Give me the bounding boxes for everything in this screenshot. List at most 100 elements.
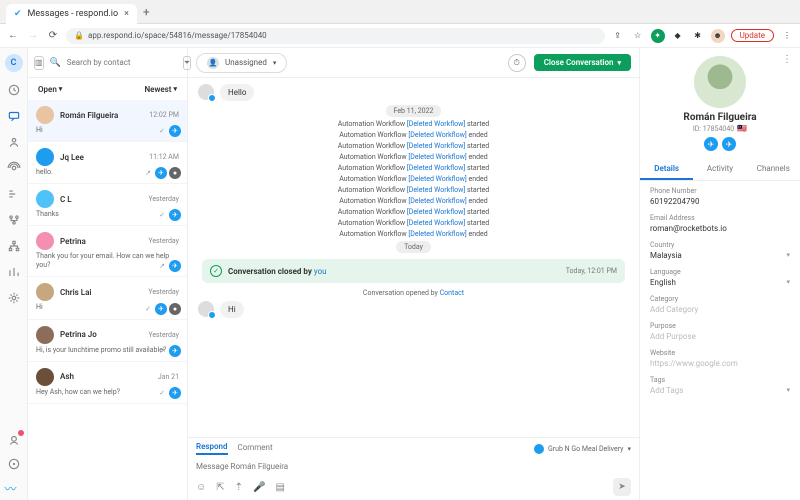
contact-avatar [198, 84, 214, 100]
search-input[interactable] [67, 58, 177, 67]
contact-name: Román Filgueira [60, 111, 143, 120]
tab-comment[interactable]: Comment [238, 443, 273, 454]
conversation-item[interactable]: Chris Lai Yesterday Hi ✓ ✈ ● [28, 277, 187, 319]
phone-value[interactable]: 60192204790 [650, 197, 790, 206]
extensions-icon[interactable]: ✱ [691, 29, 705, 43]
read-icon: ✓ [159, 127, 165, 135]
conversation-time: Yesterday [148, 288, 179, 296]
layout-icon[interactable]: ▥ [34, 56, 44, 70]
integrations-icon[interactable] [6, 212, 22, 228]
emoji-icon[interactable]: ☺ [196, 482, 206, 493]
workflows-icon[interactable] [6, 186, 22, 202]
tab-details[interactable]: Details [640, 159, 693, 180]
back-icon[interactable]: ← [6, 29, 20, 43]
conversation-time: Yesterday [148, 331, 179, 339]
field-label: Website [650, 349, 790, 357]
read-icon: ✓ [145, 305, 151, 313]
close-conversation-button[interactable]: Close Conversation▾ [534, 54, 631, 71]
country-value[interactable]: Malaysia [650, 251, 790, 260]
automation-event: Automation Workflow [Deleted Workflow] s… [198, 186, 629, 194]
assignee-dropdown[interactable]: 👤 Unassigned ▾ [196, 53, 287, 73]
more-icon[interactable]: ⋮ [782, 54, 792, 65]
telegram-icon[interactable]: ✈ [704, 137, 718, 151]
email-value[interactable]: roman@rocketbots.io [650, 224, 790, 233]
contact-avatar [36, 190, 54, 208]
contact-avatar [36, 368, 54, 386]
check-icon: ✓ [210, 265, 222, 277]
org-icon[interactable] [6, 238, 22, 254]
tab-respond[interactable]: Respond [196, 442, 228, 455]
settings-icon[interactable] [6, 290, 22, 306]
conversation-time: 12:02 PM [149, 111, 179, 119]
read-icon: ↗ [159, 347, 165, 355]
voice-icon[interactable]: 🎤 [253, 482, 265, 493]
nav-rail: C 〰 [0, 48, 28, 500]
purpose-input[interactable]: Add Purpose [650, 332, 790, 341]
tags-input[interactable]: Add Tags [650, 386, 790, 395]
snooze-icon[interactable]: ⏱ [508, 54, 526, 72]
new-tab-button[interactable]: + [143, 5, 150, 19]
conversation-item[interactable]: Ash Jan 21 Hey Ash, how can we help? ✓ ✈ [28, 362, 187, 404]
attach-icon[interactable]: ⇱ [216, 482, 224, 493]
messages-icon[interactable] [6, 108, 22, 124]
ext-2-icon[interactable]: ◆ [671, 29, 685, 43]
chevron-down-icon[interactable]: ▾ [786, 278, 790, 286]
dashboard-icon[interactable] [6, 82, 22, 98]
respond-logo: 〰 [5, 480, 23, 494]
contacts-icon[interactable] [6, 134, 22, 150]
telegram-icon [534, 444, 544, 454]
send-button[interactable]: ➤ [613, 478, 631, 496]
browser-tab[interactable]: ✔ Messages - respond.io × [6, 4, 137, 24]
conversation-item[interactable]: Petrina Jo Yesterday Hi, is your lunchti… [28, 320, 187, 362]
conversation-item[interactable]: Petrina Yesterday Thank you for your ema… [28, 226, 187, 277]
tab-activity[interactable]: Activity [693, 159, 746, 180]
tab-channels[interactable]: Channels [747, 159, 800, 180]
help-icon[interactable] [6, 456, 22, 472]
bookmark-icon[interactable]: ☆ [631, 29, 645, 43]
channel-selector[interactable]: Grub N Go Meal Delivery ▾ [534, 444, 631, 454]
telegram-icon: ✈ [169, 387, 181, 399]
category-input[interactable]: Add Category [650, 305, 790, 314]
message-input[interactable] [196, 459, 631, 474]
broadcast-icon[interactable] [6, 160, 22, 176]
field-label: Category [650, 295, 790, 303]
conversation-item[interactable]: C L Yesterday Thanks ✓ ✈ [28, 184, 187, 226]
sort-filter[interactable]: Newest▾ [145, 85, 178, 94]
update-button[interactable]: Update [731, 29, 774, 42]
language-value[interactable]: English [650, 278, 790, 287]
chevron-down-icon[interactable]: ▾ [786, 251, 790, 259]
address-bar[interactable]: 🔒 app.respond.io/space/54816/message/178… [66, 28, 605, 44]
contact-avatar [36, 232, 54, 250]
close-tab-icon[interactable]: × [124, 9, 129, 19]
channel-icon: ● [169, 167, 181, 179]
profile-avatar[interactable]: ☻ [711, 29, 725, 43]
notifications-icon[interactable] [6, 432, 22, 448]
workspace-avatar[interactable]: C [5, 54, 23, 72]
conversation-item[interactable]: Román Filgueira 12:02 PM Hi ✓ ✈ [28, 100, 187, 142]
share-icon[interactable]: ⇪ [611, 29, 625, 43]
ext-1-icon[interactable]: ✦ [651, 29, 665, 43]
field-label: Country [650, 241, 790, 249]
contact-name: Petrina [60, 237, 142, 246]
contact-name: Chris Lai [60, 288, 142, 297]
website-input[interactable]: https://www.google.com [650, 359, 790, 368]
contact-id: ID: 17854040🇲🇾 [693, 124, 747, 133]
channel-icon: ● [169, 303, 181, 315]
chevron-down-icon[interactable]: ▾ [786, 386, 790, 394]
menu-icon[interactable]: ⋮ [780, 29, 794, 43]
tab-title: Messages - respond.io [28, 9, 119, 19]
automation-event: Automation Workflow [Deleted Workflow] e… [198, 197, 629, 205]
reports-icon[interactable] [6, 264, 22, 280]
contact-avatar [36, 148, 54, 166]
telegram-icon[interactable]: ✈ [722, 137, 736, 151]
snippet-icon[interactable]: ▤ [275, 482, 284, 493]
conversation-item[interactable]: Jq Lee 11:12 AM hello. ↗ ✈ ● [28, 142, 187, 184]
inbox-panel: ▥ 🔍 ⏷ Open▾ Newest▾ Román Filgueira 12:0… [28, 48, 188, 500]
forward-icon[interactable]: → [26, 29, 40, 43]
upload-icon[interactable]: ⇡ [235, 482, 243, 493]
incoming-message: Hello [220, 84, 254, 101]
contact-name: Ash [60, 372, 152, 381]
reload-icon[interactable]: ⟳ [46, 29, 60, 43]
url-text: app.respond.io/space/54816/message/17854… [88, 31, 267, 40]
status-filter[interactable]: Open▾ [38, 85, 62, 94]
